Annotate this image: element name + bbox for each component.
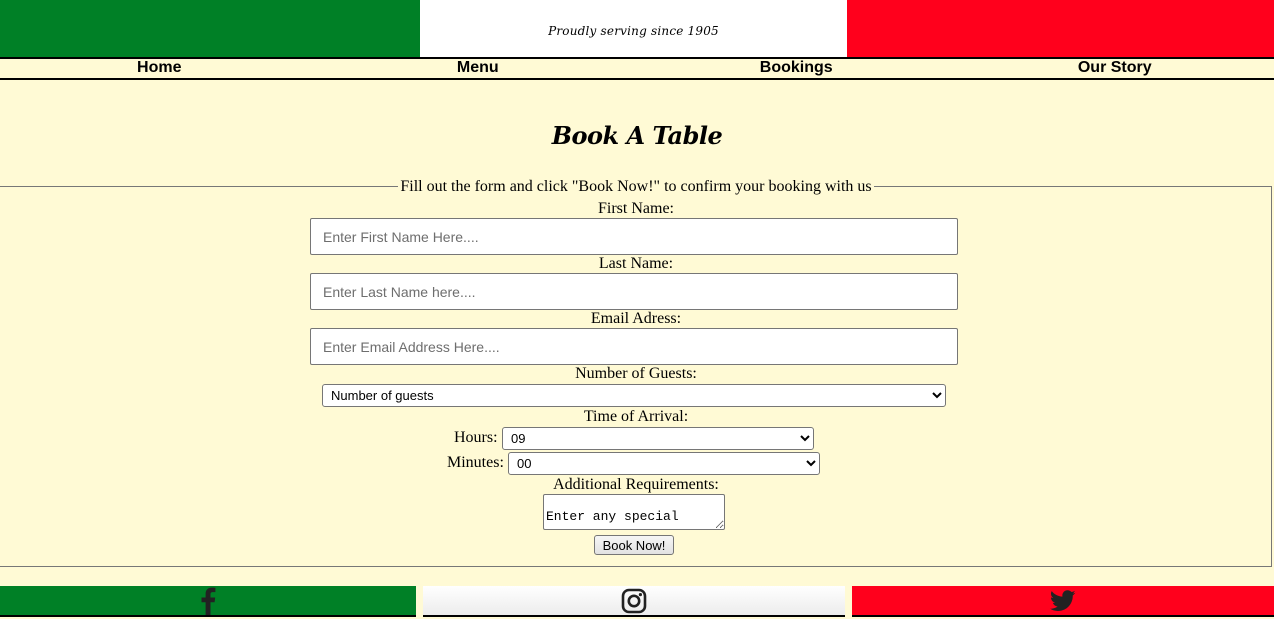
email-input[interactable] [310, 328, 958, 365]
minutes-select[interactable]: 00 [508, 452, 820, 475]
book-now-button[interactable]: Book Now! [594, 535, 674, 555]
hours-select[interactable]: 09 [502, 427, 814, 450]
nav-home[interactable]: Home [0, 59, 319, 78]
tagline: Proudly serving since 1905 [548, 24, 719, 38]
flag-red-band [847, 0, 1274, 58]
booking-form: Fill out the form and click "Book Now!" … [0, 178, 1272, 567]
instagram-icon[interactable] [621, 588, 647, 614]
nav-bookings[interactable]: Bookings [637, 59, 956, 78]
last-name-label: Last Name: [598, 255, 674, 272]
footer-white-segment [423, 586, 845, 617]
footer-red-segment [852, 586, 1274, 617]
footer-green-segment [0, 586, 416, 617]
facebook-icon[interactable] [200, 587, 216, 615]
form-legend-text: Fill out the form and click "Book Now!" … [398, 178, 874, 195]
hours-row: Hours: 09 [0, 427, 1272, 451]
last-name-input[interactable] [310, 273, 958, 310]
footer-gap [845, 586, 852, 617]
form-legend: Fill out the form and click "Book Now!" … [0, 178, 1272, 196]
nav-our-story[interactable]: Our Story [956, 59, 1274, 78]
minutes-label: Minutes: [447, 454, 504, 471]
first-name-input[interactable] [310, 218, 958, 255]
guests-label: Number of Guests: [575, 365, 697, 382]
main-nav: Home Menu Bookings Our Story [0, 57, 1274, 80]
flag-green-band [0, 0, 420, 58]
guests-select[interactable]: Number of guests [322, 384, 946, 407]
email-label: Email Adress: [590, 310, 682, 327]
footer-gap [416, 586, 423, 617]
footer-social-bar [0, 586, 1274, 619]
first-name-label: First Name: [598, 200, 674, 217]
page-title: Book A Table [551, 121, 723, 150]
header-flag: Proudly serving since 1905 [0, 0, 1274, 58]
minutes-row: Minutes: 00 [0, 452, 1272, 476]
flag-white-band: Proudly serving since 1905 [420, 0, 847, 58]
nav-menu[interactable]: Menu [319, 59, 638, 78]
requirements-textarea[interactable] [543, 494, 725, 530]
requirements-label: Additional Requirements: [553, 476, 719, 493]
hours-label: Hours: [454, 429, 498, 446]
arrival-label: Time of Arrival: [583, 408, 689, 425]
twitter-icon[interactable] [1049, 589, 1076, 612]
